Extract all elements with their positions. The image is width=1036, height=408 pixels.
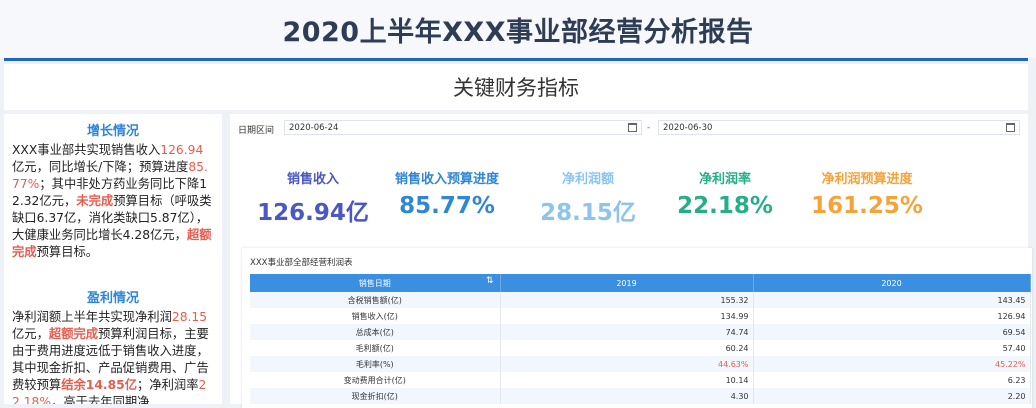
cell-2019: 155.32	[500, 292, 754, 308]
column-header-date[interactable]: 销售日期 ⇅	[250, 274, 501, 292]
cell-2020: 45.22%	[753, 356, 1031, 372]
profit-title: 盈利情况	[86, 291, 139, 306]
row-metric-name: 含税销售额(亿)	[250, 292, 501, 308]
table-row[interactable]: 现金折扣(亿) 4.30 2.20	[250, 388, 1031, 404]
cell-2019: 44.63%	[500, 356, 754, 372]
cell-2019: 74.74	[500, 324, 754, 340]
row-metric-name: 变动费用合计(亿)	[250, 372, 501, 388]
kpi-card: 净利润额 28.15亿	[518, 168, 658, 227]
kpi-value: 28.15亿	[540, 200, 636, 226]
narrative-segment: XXX事业部共实现销售收入	[12, 143, 161, 157]
narrative-segment: 亿元，	[12, 327, 49, 341]
kpi-label: 销售收入	[286, 172, 339, 187]
cell-2020: 6.23	[753, 372, 1031, 388]
cell-2019: 10.14	[500, 372, 754, 388]
table-title: XXX事业部全部经营利润表	[250, 258, 353, 268]
narrative-panel: 增长情况 XXX事业部共实现销售收入126.94亿元，同比增长/下降；预算进度8…	[4, 114, 222, 404]
cell-2019: 60.24	[500, 340, 754, 356]
narrative-segment: 净利润率	[149, 378, 199, 392]
cell-2019: 134.99	[500, 308, 754, 324]
cell-2020: 2.20	[753, 388, 1031, 404]
kpi-value: 85.77%	[399, 193, 495, 219]
sort-icon[interactable]: ⇅	[486, 276, 494, 286]
end-date-input[interactable]: 2020-06-30	[658, 120, 1020, 135]
cell-2020: 126.94	[753, 308, 1031, 324]
kpi-label: 净利润预算进度	[821, 172, 913, 187]
narrative-segment: ；	[137, 378, 150, 392]
date-filter: 日期区间 2020-06-24 - 2020-06-30	[230, 118, 1028, 140]
narrative-segment: 126.94	[160, 143, 204, 157]
narrative-segment: 28.15	[171, 310, 208, 324]
calendar-icon[interactable]	[1006, 123, 1015, 132]
kpi-value: 161.25%	[811, 193, 923, 219]
column-header-2019[interactable]: 2019	[500, 274, 754, 292]
table-row[interactable]: 销售收入(亿) 134.99 126.94	[250, 308, 1031, 324]
table-row[interactable]: 总成本(亿) 74.74 69.54	[250, 324, 1031, 340]
row-metric-name: 毛利率(%)	[250, 356, 501, 372]
kpi-card: 净利润预算进度 161.25%	[797, 168, 937, 219]
cell-2019: 4.30	[500, 388, 754, 404]
start-date-value: 2020-06-24	[289, 123, 339, 133]
row-metric-name: 总成本(亿)	[250, 324, 501, 340]
kpi-label: 销售收入预算进度	[394, 172, 499, 187]
narrative-segment: 净利润额上半年共实现净利润	[12, 310, 172, 324]
narrative-segment: 预算目标。	[36, 245, 99, 259]
table-row[interactable]: 变动费用合计(亿) 10.14 6.23	[250, 372, 1031, 388]
kpi-label: 净利润率	[698, 172, 751, 187]
narrative-segment: 亿元，同比增长/下降；预算进度	[12, 160, 189, 174]
kpi-card: 销售收入预算进度 85.77%	[377, 168, 517, 219]
section-subtitle: 关键财务指标	[453, 76, 579, 100]
kpi-value: 126.94亿	[257, 200, 369, 226]
kpi-label: 净利润额	[561, 172, 614, 187]
start-date-input[interactable]: 2020-06-24	[284, 120, 642, 135]
table-row[interactable]: 含税销售额(亿) 155.32 143.45	[250, 292, 1031, 308]
cell-2020: 69.54	[753, 324, 1031, 340]
kpi-value: 22.18%	[677, 193, 773, 219]
cell-2020: 57.40	[753, 340, 1031, 356]
table-row[interactable]: 毛利额(亿) 60.24 57.40	[250, 340, 1031, 356]
kpi-row: 销售收入 126.94亿 销售收入预算进度 85.77% 净利润额 28.15亿 净利润率 2…	[230, 168, 1028, 228]
end-date-value: 2020-06-30	[663, 123, 713, 133]
row-metric-name: 销售收入(亿)	[250, 308, 501, 324]
narrative-segment: 超额完成	[48, 327, 99, 341]
calendar-icon[interactable]	[628, 123, 637, 132]
profit-table: 销售日期 ⇅ 2019 2020 含税销售额(亿) 155.32 143.45 销售收入…	[250, 274, 1031, 404]
profit-text: 净利润额上半年共实现净利润28.15亿元，超额完成预算利润目标，主要由于费用进度…	[4, 309, 222, 404]
header-divider	[4, 58, 1028, 61]
kpi-card: 净利润率 22.18%	[655, 168, 795, 219]
kpi-card: 销售收入 126.94亿	[243, 168, 383, 227]
growth-title: 增长情况	[86, 124, 139, 139]
report-header: 2020上半年XXX事业部经营分析报告	[0, 0, 1036, 58]
row-metric-name: 现金折扣(亿)	[250, 388, 501, 404]
dashboard-panel: 日期区间 2020-06-24 - 2020-06-30 销售收入 126.94亿…	[230, 114, 1032, 408]
report-title: 2020上半年XXX事业部经营分析报告	[282, 16, 754, 48]
cell-2020: 143.45	[753, 292, 1031, 308]
date-separator: -	[647, 123, 651, 133]
table-row[interactable]: 毛利率(%) 44.63% 45.22%	[250, 356, 1031, 372]
profit-table-card: XXX事业部全部经营利润表 销售日期 ⇅ 2019 2020 含税销售额(亿) 15…	[242, 248, 1032, 408]
date-range-label: 日期区间	[238, 126, 275, 136]
row-metric-name: 毛利额(亿)	[250, 340, 501, 356]
narrative-segment: 未完成	[76, 194, 114, 208]
growth-text: XXX事业部共实现销售收入126.94亿元，同比增长/下降；预算进度85.77%…	[4, 142, 222, 261]
column-header-2020[interactable]: 2020	[753, 274, 1031, 292]
table-header-row: 销售日期 ⇅ 2019 2020	[250, 274, 1031, 292]
subtitle-panel: 关键财务指标	[4, 64, 1028, 110]
narrative-segment: 结余14.85亿	[61, 378, 137, 392]
